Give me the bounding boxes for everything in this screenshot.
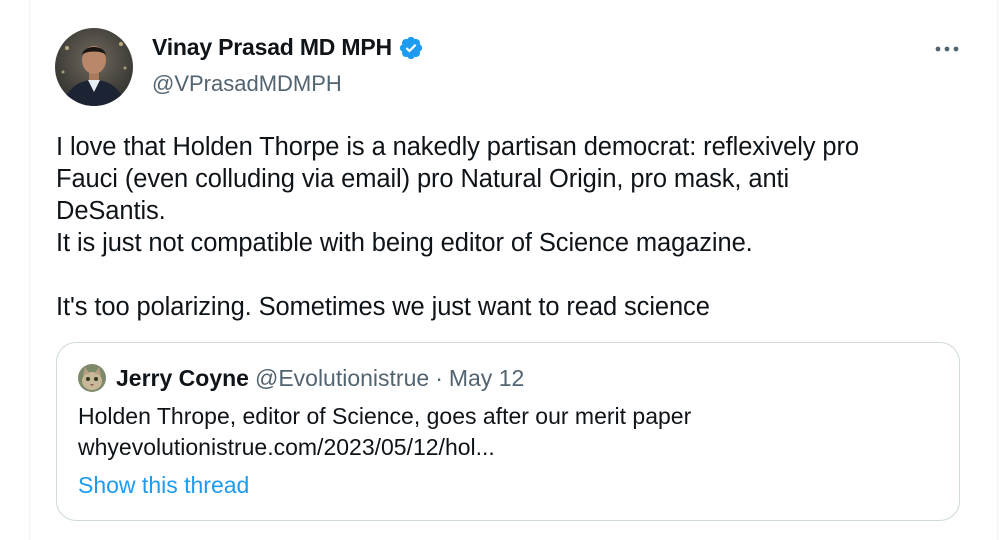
card-left-border: [29, 0, 30, 540]
quoted-author-name[interactable]: Jerry Coyne: [116, 365, 249, 392]
quoted-tweet-date[interactable]: May 12: [449, 365, 524, 392]
quoted-tweet-header: Jerry Coyne @Evolutionistrue · May 12: [78, 364, 524, 392]
profile-photo-icon: [55, 28, 133, 106]
quoted-tweet-body: Holden Thrope, editor of Science, goes a…: [78, 401, 938, 463]
card-right-border: [997, 0, 998, 540]
quoted-author-avatar[interactable]: [78, 364, 106, 392]
author-handle[interactable]: @VPrasadMDMPH: [152, 71, 342, 97]
quoted-tweet-card[interactable]: Jerry Coyne @Evolutionistrue · May 12 Ho…: [56, 342, 960, 521]
more-horizontal-icon: [935, 46, 959, 52]
quoted-tweet-text: Holden Thrope, editor of Science, goes a…: [78, 403, 692, 429]
show-thread-link[interactable]: Show this thread: [78, 472, 249, 499]
separator-dot: ·: [435, 364, 443, 391]
tweet-text: I love that Holden Thorpe is a nakedly p…: [56, 133, 859, 321]
author-name-row: Vinay Prasad MD MPH: [152, 34, 424, 61]
quoted-author-handle[interactable]: @Evolutionistrue: [255, 365, 429, 392]
author-display-name[interactable]: Vinay Prasad MD MPH: [152, 34, 392, 61]
more-options-button[interactable]: [930, 32, 964, 66]
cat-avatar-icon: [78, 364, 106, 392]
author-avatar[interactable]: [55, 28, 133, 106]
verified-badge-icon[interactable]: [398, 35, 424, 61]
quoted-tweet-link[interactable]: whyevolutionistrue.com/2023/05/12/hol...: [78, 432, 938, 463]
